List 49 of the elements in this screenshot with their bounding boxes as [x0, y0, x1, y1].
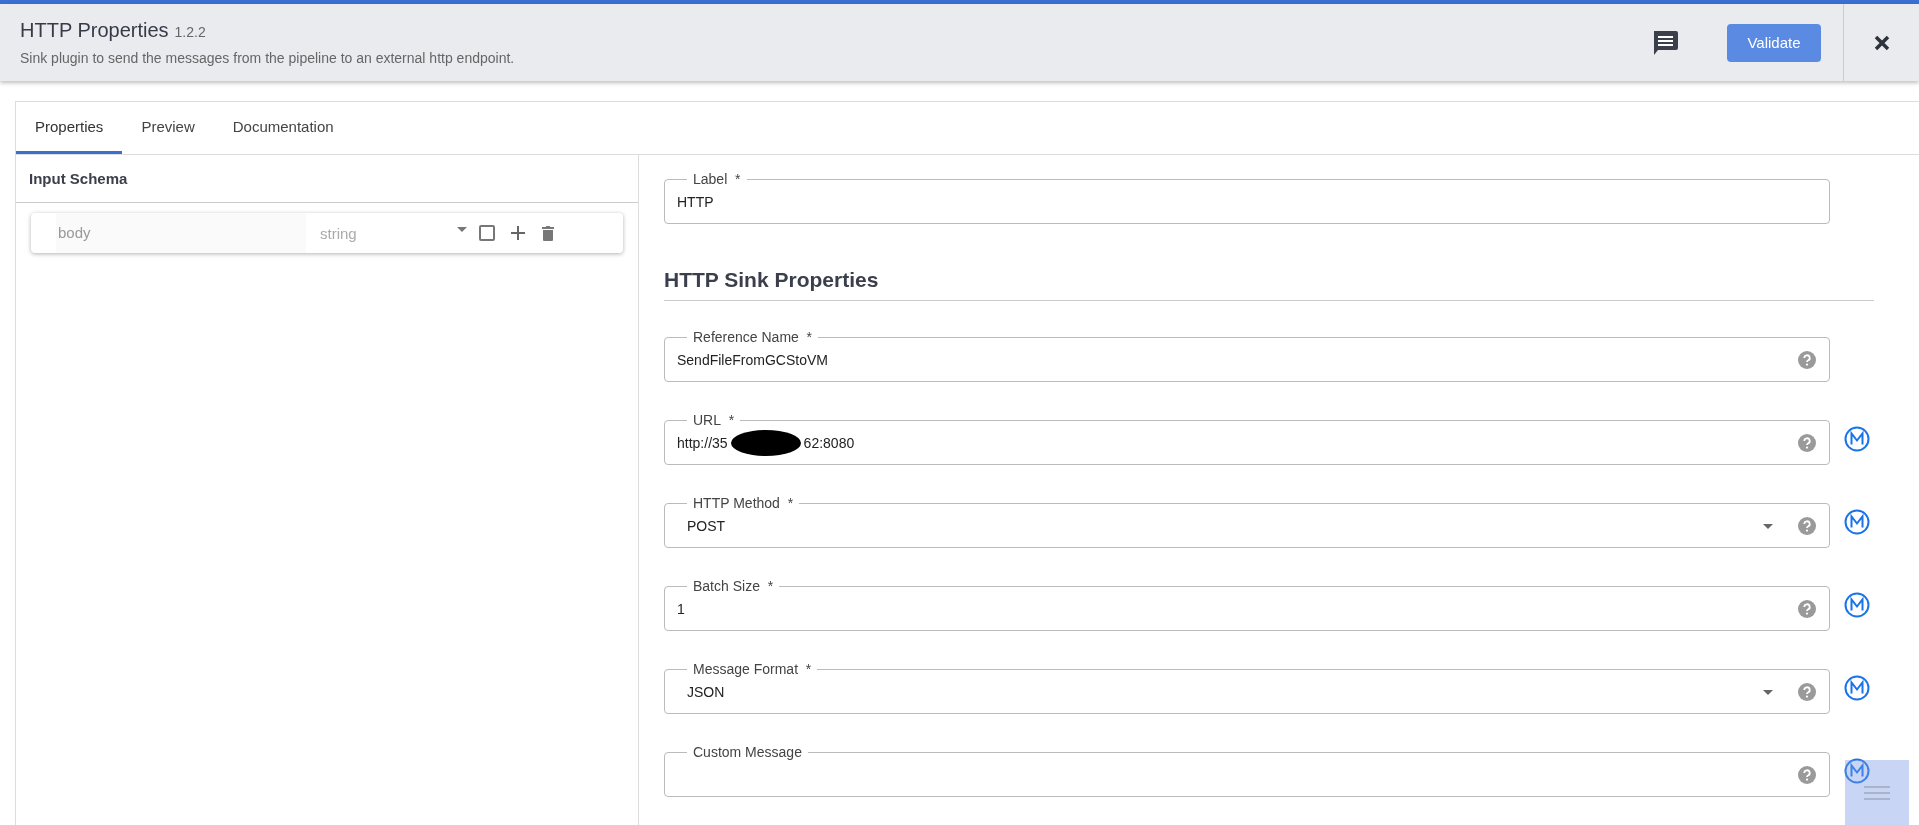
property-field[interactable]: Reference Name * SendFileFromGCStoVM [664, 329, 1830, 382]
version-label: 1.2.2 [174, 24, 206, 40]
field-value: JSON [686, 684, 725, 700]
help-icon[interactable] [1798, 351, 1816, 369]
panel-title: HTTP Properties [20, 19, 169, 42]
field-value: http://35 62:8080 [677, 430, 855, 456]
help-icon[interactable] [1798, 600, 1816, 618]
help-icon[interactable] [1798, 517, 1816, 535]
caret-icon[interactable] [1763, 689, 1773, 695]
tab[interactable]: Preview [122, 102, 214, 154]
field-label: HTTP Method * [692, 495, 795, 511]
property-field[interactable]: Batch Size * 1 [664, 578, 1830, 631]
field-value: SendFileFromGCStoVM [677, 352, 828, 368]
macro-toggle-icon[interactable] [1844, 674, 1870, 701]
tab[interactable]: Documentation [213, 102, 353, 154]
label-field[interactable]: Label * HTTP [664, 171, 1830, 224]
help-icon[interactable] [1798, 766, 1816, 784]
field-value: HTTP [677, 194, 714, 210]
caret-icon[interactable] [1763, 523, 1773, 529]
nullable-checkbox[interactable] [479, 225, 495, 241]
field-label: URL * [692, 412, 736, 428]
macro-toggle-icon[interactable] [1844, 425, 1870, 452]
field-value: 1 [677, 601, 685, 617]
menu-icon [1862, 783, 1892, 803]
macro-toggle-icon[interactable] [1844, 508, 1870, 535]
caret-icon[interactable] [457, 226, 467, 232]
property-field[interactable]: Custom Message [664, 744, 1830, 797]
macro-toggle-icon[interactable] [1844, 757, 1870, 784]
floating-menu-button[interactable] [1845, 760, 1909, 825]
close-icon[interactable] [1873, 34, 1890, 51]
property-field[interactable]: URL * http://35 62:8080 [664, 412, 1830, 465]
field-value: POST [686, 518, 726, 534]
section-heading: HTTP Sink Properties [664, 268, 879, 291]
property-field[interactable]: HTTP Method * POST [664, 495, 1830, 548]
help-icon[interactable] [1798, 434, 1816, 452]
field-label: Reference Name * [692, 329, 814, 345]
field-label: Message Format * [692, 661, 813, 677]
tab[interactable]: Properties [16, 102, 123, 154]
comment-icon[interactable] [1651, 28, 1679, 57]
property-field[interactable]: Message Format * JSON [664, 661, 1830, 714]
section-title: Input Schema [29, 170, 128, 187]
field-label: Label * [692, 171, 742, 187]
macro-toggle-icon[interactable] [1844, 591, 1870, 618]
plugin-description: Sink plugin to send the messages from the pipeline to an external http endpoint. [20, 50, 516, 66]
help-icon[interactable] [1798, 683, 1816, 701]
field-label: Custom Message [692, 744, 803, 760]
add-icon[interactable] [511, 226, 525, 240]
trash-icon[interactable] [542, 225, 554, 241]
field-label: Batch Size * [692, 578, 775, 594]
